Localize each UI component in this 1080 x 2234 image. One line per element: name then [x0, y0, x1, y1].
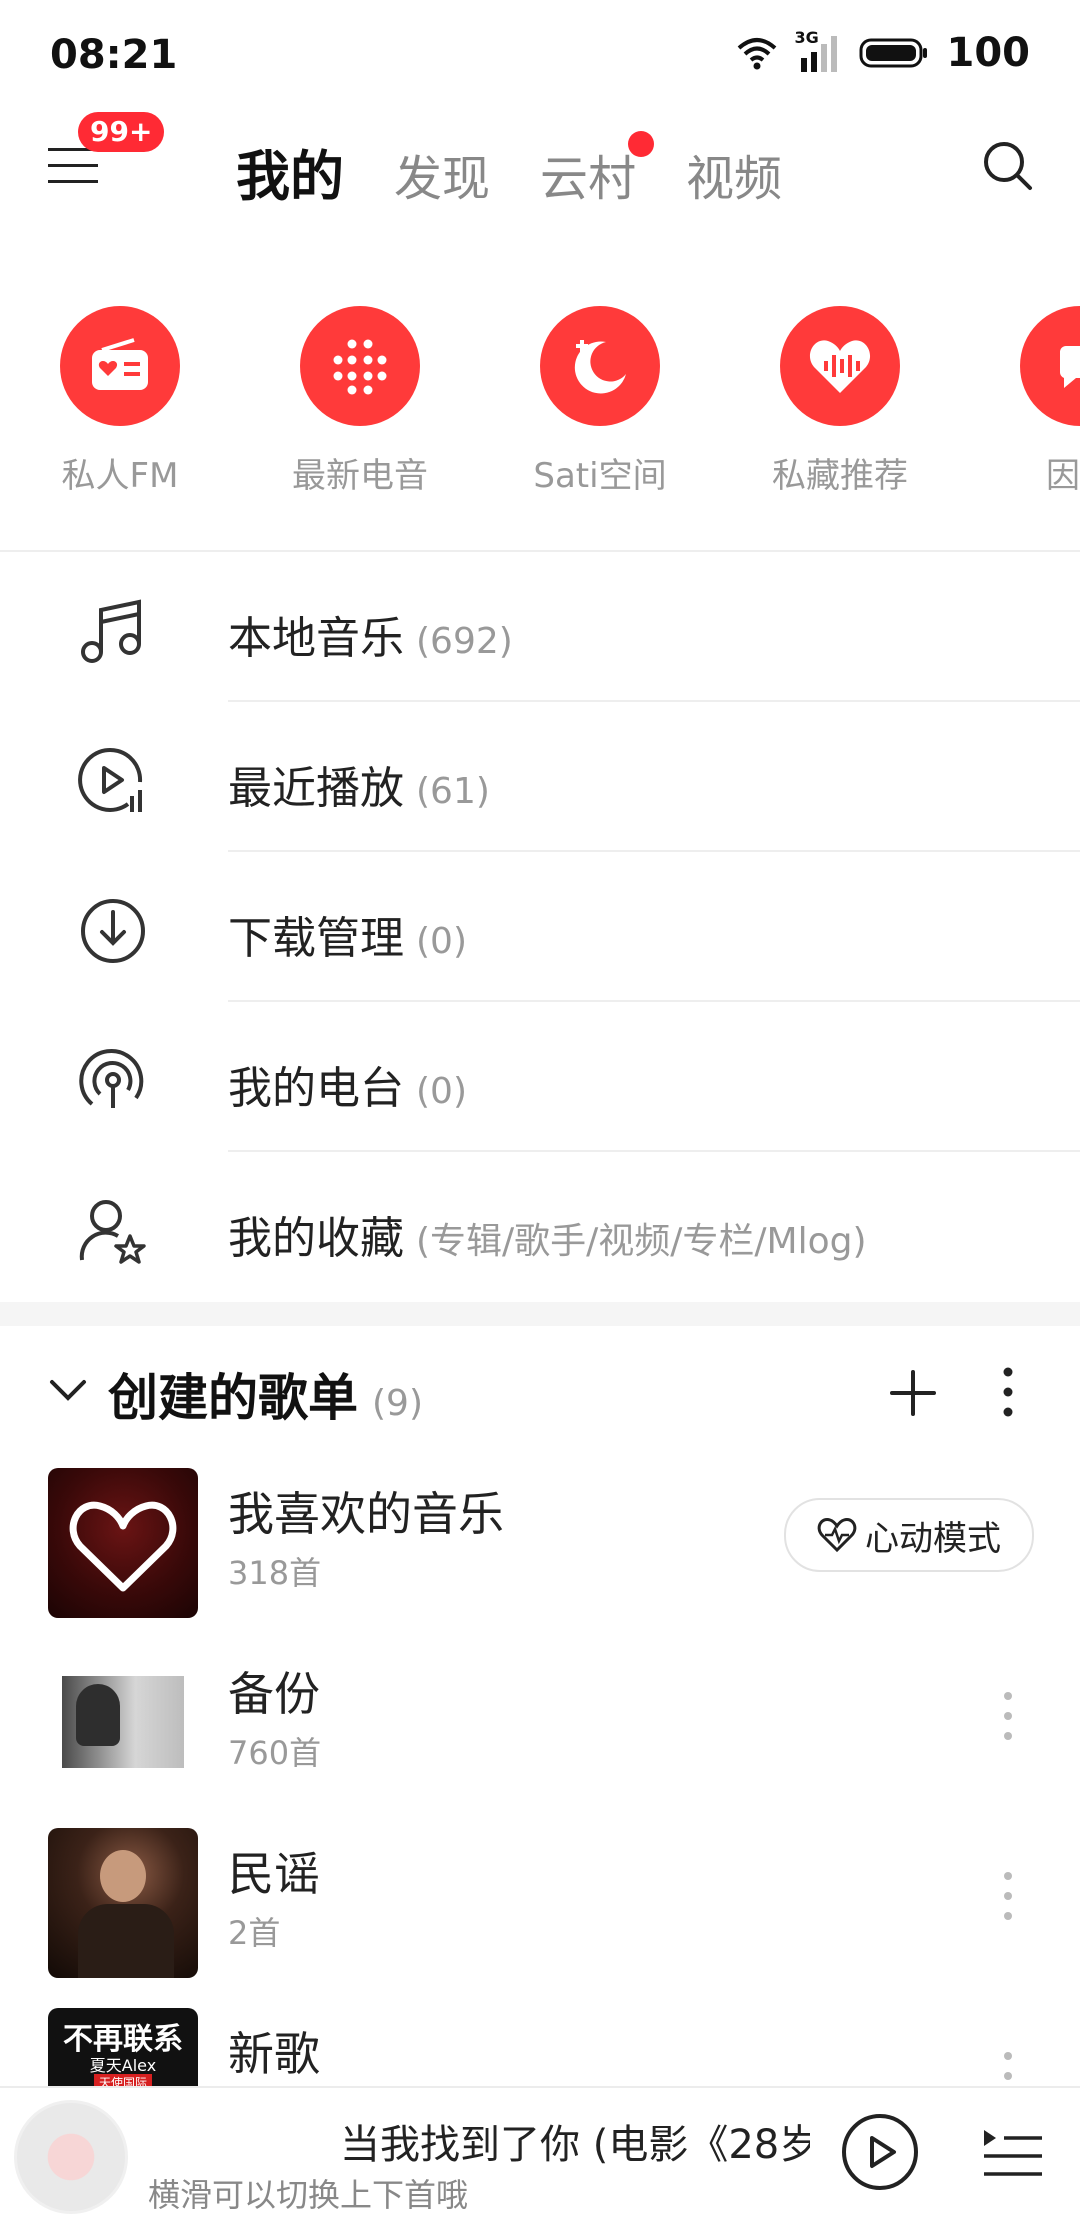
- tab-discover[interactable]: 发现: [394, 139, 490, 209]
- cover-folk: [48, 1828, 198, 1978]
- quick-label: 私藏推荐: [772, 456, 908, 496]
- dots-grid-icon: [333, 339, 387, 395]
- tab-video[interactable]: 视频: [686, 139, 782, 209]
- cover-artist: 夏天Alex: [89, 2056, 157, 2075]
- quick-label: 因乐: [1046, 456, 1080, 496]
- menu-count: (61): [416, 771, 490, 812]
- recent-play-icon: [78, 747, 143, 812]
- user-star-icon: [79, 1200, 146, 1264]
- section-gap: [0, 1302, 1080, 1326]
- podcast-icon: [79, 1049, 144, 1108]
- swipe-hint: 横滑可以切换上下首哦: [148, 2176, 469, 2214]
- tab-community[interactable]: 云村: [540, 131, 655, 209]
- chevron-down-icon[interactable]: [48, 1370, 88, 1410]
- quick-item-hidden-recs[interactable]: 私藏推荐: [740, 306, 940, 496]
- menu-label: 最近播放: [228, 763, 404, 814]
- menu-count: (0): [416, 1071, 467, 1112]
- album-disc[interactable]: [14, 2100, 128, 2214]
- playlist-count: 318首: [228, 1554, 322, 1592]
- play-icon[interactable]: [840, 2112, 920, 2192]
- heart-wave-icon: [809, 340, 871, 393]
- created-playlists-header[interactable]: 创建的歌单 (9): [0, 1330, 1080, 1450]
- cover-liked: [48, 1468, 198, 1618]
- heartbeat-icon: [817, 1517, 857, 1553]
- more-vertical-icon[interactable]: [990, 1686, 1026, 1746]
- playlist-new-songs[interactable]: 不再联系 夏天Alex 天使国际 新歌: [0, 1992, 1080, 2086]
- radio-heart-icon: [92, 338, 148, 390]
- quick-label: Sati空间: [533, 456, 667, 496]
- search-icon: [984, 142, 1032, 190]
- menu-count: (0): [416, 921, 467, 962]
- heart-icon: [69, 1501, 177, 1592]
- more-vertical-icon[interactable]: [990, 2046, 1026, 2086]
- playlist-name: 民谣: [228, 1847, 320, 1901]
- quick-label: 最新电音: [292, 456, 428, 496]
- more-vertical-icon[interactable]: [990, 1866, 1026, 1926]
- search-button[interactable]: [980, 138, 1036, 194]
- heart-mode-button[interactable]: 心动模式: [784, 1498, 1034, 1572]
- menu-label: 我的电台: [228, 1063, 404, 1114]
- notification-badge: 99+: [78, 112, 165, 152]
- menu-my-radio[interactable]: 我的电台 (0): [0, 1002, 1080, 1152]
- quick-item-yinle[interactable]: 因乐: [980, 306, 1080, 496]
- unread-dot: [628, 131, 655, 157]
- section-title: 创建的歌单: [108, 1369, 358, 1427]
- quick-item-new-edm[interactable]: 最新电音: [260, 306, 460, 496]
- menu-label: 本地音乐: [228, 613, 404, 664]
- playlist-queue-icon[interactable]: [980, 2124, 1044, 2184]
- cover-label: 天使国际: [94, 2074, 152, 2086]
- download-icon: [81, 899, 145, 963]
- quick-item-sati-space[interactable]: Sati空间: [500, 306, 700, 496]
- playlist-name: 新歌: [228, 2027, 320, 2081]
- cover-new-songs: 不再联系 夏天Alex 天使国际: [48, 2008, 198, 2086]
- menu-downloads[interactable]: 下载管理 (0): [0, 852, 1080, 1002]
- menu-label: 下载管理: [228, 913, 404, 964]
- wifi-icon: [737, 38, 776, 70]
- section-count: (9): [372, 1383, 423, 1424]
- playlist-count: 760首: [228, 1734, 322, 1772]
- tab-community-label: 云村: [540, 151, 637, 207]
- playlist-count: 2首: [228, 1914, 281, 1952]
- moon-icon: [574, 340, 626, 394]
- battery-level: 100: [946, 30, 1031, 76]
- playlist-backup[interactable]: 备份 760首: [0, 1632, 1080, 1812]
- chat-icon: [1059, 346, 1080, 388]
- add-playlist-icon[interactable]: [888, 1368, 938, 1418]
- playlist-name: 我喜欢的音乐: [228, 1487, 504, 1541]
- menu-recent-play[interactable]: 最近播放 (61): [0, 702, 1080, 852]
- status-time: 08:21: [50, 32, 178, 78]
- mini-player[interactable]: 当我找到了你 (电影《28岁未 横滑可以切换上下首哦: [0, 2086, 1080, 2234]
- heart-mode-label: 心动模式: [865, 1518, 1001, 1559]
- menu-count: (692): [416, 621, 513, 662]
- now-playing-title: 当我找到了你 (电影《28岁未: [340, 2122, 810, 2168]
- status-icons: 3G 100: [737, 28, 1031, 76]
- battery-icon: [859, 38, 927, 68]
- quick-access-row: 私人FM 最新电音 Sati空间 私藏推荐 因: [0, 306, 1080, 496]
- more-vertical-icon[interactable]: [990, 1364, 1026, 1420]
- menu-local-music[interactable]: 本地音乐 (692): [0, 552, 1080, 702]
- playlist-folk[interactable]: 民谣 2首: [0, 1812, 1080, 1992]
- top-tabs: 我的 发现 云村 视频: [236, 131, 782, 211]
- quick-item-private-fm[interactable]: 私人FM: [20, 306, 220, 496]
- cover-backup: [48, 1648, 198, 1798]
- playlist-name: 备份: [228, 1667, 320, 1721]
- tab-mine[interactable]: 我的: [236, 132, 344, 211]
- cell-signal-icon: 3G: [795, 28, 841, 72]
- music-note-icon: [81, 599, 141, 663]
- playlist-liked[interactable]: 我喜欢的音乐 318首 心动模式: [0, 1452, 1080, 1632]
- menu-label: 我的收藏: [228, 1213, 404, 1264]
- menu-collections[interactable]: 我的收藏 (专辑/歌手/视频/专栏/Mlog): [0, 1152, 1080, 1302]
- quick-label: 私人FM: [61, 456, 179, 496]
- menu-count: (专辑/歌手/视频/专栏/Mlog): [416, 1221, 867, 1262]
